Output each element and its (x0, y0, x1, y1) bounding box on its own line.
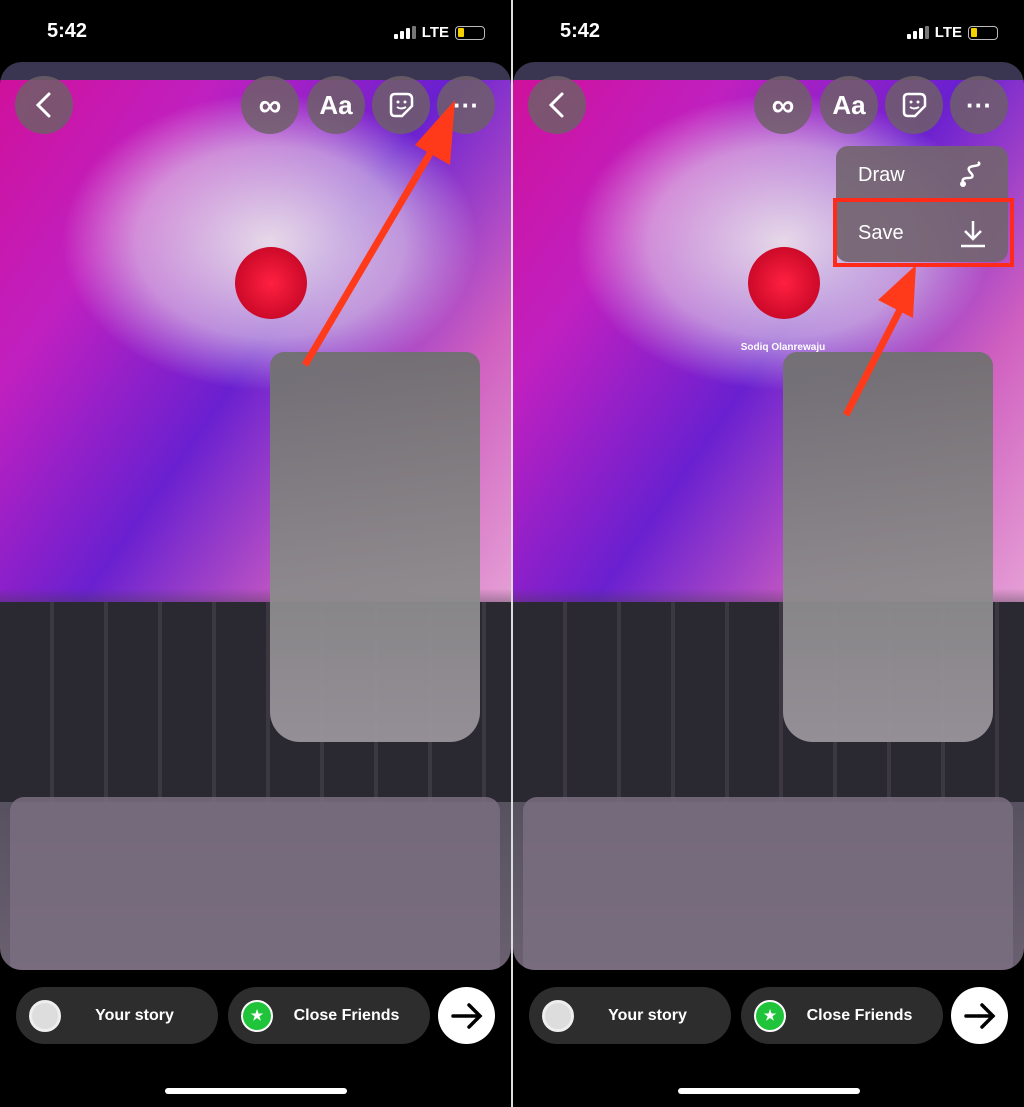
status-time: 5:42 (47, 20, 88, 42)
chevron-left-icon (548, 92, 564, 118)
close-friends-label: Close Friends (293, 1006, 400, 1024)
back-button[interactable] (15, 76, 73, 134)
close-friends-label: Close Friends (806, 1006, 913, 1024)
more-button[interactable]: ··· (950, 76, 1008, 134)
text-button[interactable]: Aa (307, 76, 365, 134)
story-editor-after: 5:42 LTE Sodiq Olanrewaju ∞ Aa ··· Draw … (513, 0, 1024, 1107)
infinity-icon: ∞ (258, 86, 282, 123)
more-button[interactable]: ··· (437, 76, 495, 134)
text-icon: Aa (832, 89, 866, 120)
more-horizontal-icon: ··· (453, 89, 479, 120)
home-indicator[interactable] (165, 1088, 347, 1094)
signal-icon (393, 26, 416, 39)
avatar (748, 247, 820, 319)
your-story-button[interactable]: Your story (529, 987, 731, 1044)
menu-item-draw[interactable]: Draw (836, 146, 1008, 204)
text-icon: Aa (319, 89, 353, 120)
close-friends-button[interactable]: ★ Close Friends (741, 987, 943, 1044)
boomerang-button[interactable]: ∞ (241, 76, 299, 134)
network-label: LTE (421, 24, 449, 41)
send-button[interactable] (951, 987, 1008, 1044)
network-label: LTE (934, 24, 962, 41)
avatar (235, 247, 307, 319)
close-friends-button[interactable]: ★ Close Friends (228, 987, 430, 1044)
story-avatar-icon (542, 999, 574, 1032)
send-button[interactable] (438, 987, 495, 1044)
star-icon: ★ (241, 999, 273, 1032)
back-button[interactable] (528, 76, 586, 134)
your-story-label: Your story (608, 1006, 687, 1024)
arrow-right-icon (450, 1002, 482, 1029)
squiggle-draw-icon (960, 161, 981, 187)
annotation-highlight-box (833, 198, 1014, 267)
story-avatar-icon (29, 999, 61, 1032)
story-photo (0, 62, 511, 970)
draw-label: Draw (858, 163, 905, 186)
sticker-icon (902, 92, 927, 118)
chevron-left-icon (35, 92, 51, 118)
star-icon: ★ (754, 999, 786, 1032)
battery-icon (968, 25, 998, 40)
status-time: 5:42 (560, 20, 601, 42)
text-button[interactable]: Aa (820, 76, 878, 134)
status-bar: LTE (906, 24, 998, 41)
more-horizontal-icon: ··· (966, 89, 992, 120)
signal-icon (906, 26, 929, 39)
boomerang-button[interactable]: ∞ (754, 76, 812, 134)
home-indicator[interactable] (678, 1088, 860, 1094)
sticker-icon (389, 92, 414, 118)
your-story-button[interactable]: Your story (16, 987, 218, 1044)
sticker-button[interactable] (372, 76, 430, 134)
your-story-label: Your story (95, 1006, 174, 1024)
infinity-icon: ∞ (771, 86, 795, 123)
sticker-button[interactable] (885, 76, 943, 134)
battery-icon (455, 25, 485, 40)
arrow-right-icon (963, 1002, 995, 1029)
status-bar: LTE (393, 24, 485, 41)
story-editor-before: 5:42 LTE ∞ Aa ··· Your story ★ Close Frie… (0, 0, 511, 1107)
